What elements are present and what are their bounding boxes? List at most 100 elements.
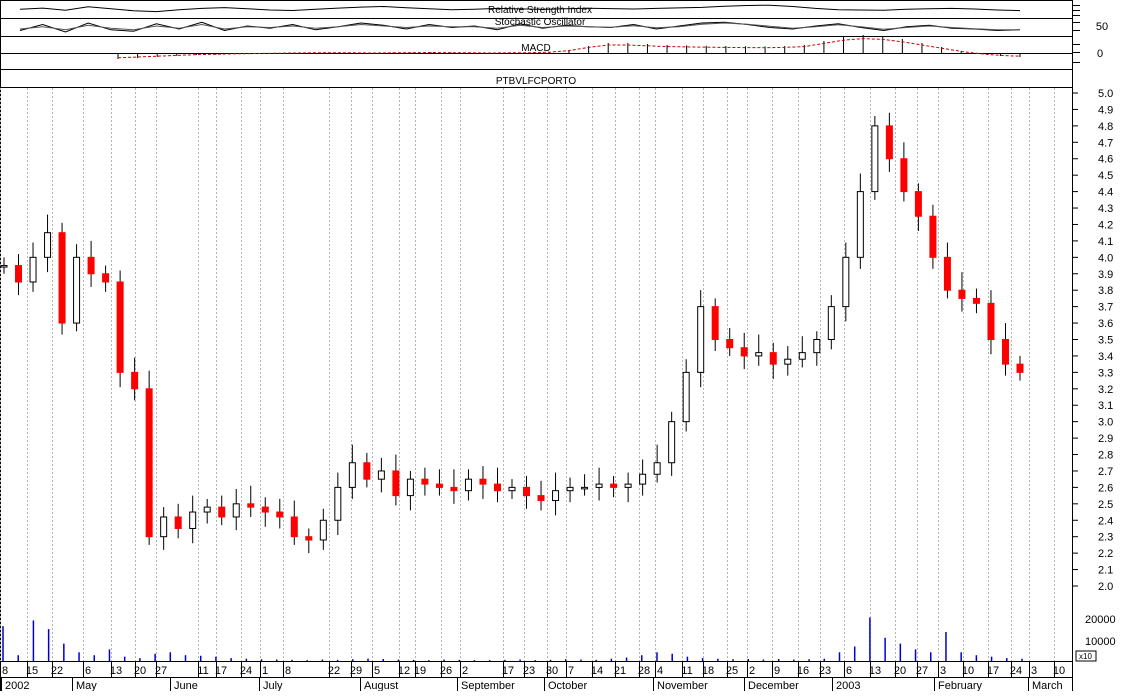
- x-day-label: 14: [591, 665, 603, 677]
- candle-body: [624, 483, 632, 488]
- price-tick-label: 2.2: [1098, 548, 1113, 560]
- x-day-label: 7: [568, 665, 574, 677]
- price-tick-label: 3.6: [1098, 318, 1113, 330]
- price-title: PTBVLFCPORTO: [496, 76, 576, 87]
- x-month-label: February: [938, 680, 983, 691]
- candle-body: [972, 297, 980, 304]
- x-day-label: 17: [987, 665, 999, 677]
- x-day-label: 11: [197, 665, 208, 677]
- x-day-label: 15: [26, 665, 38, 677]
- x-month-label: July: [263, 680, 283, 691]
- volume-tick-label: 10000: [1085, 636, 1116, 648]
- x-day-label: 17: [215, 665, 227, 677]
- price-tick-label: 4.2: [1098, 219, 1113, 231]
- x-month-label: 2002: [5, 680, 29, 691]
- volume-scale-label: x10: [1079, 652, 1092, 661]
- candle-body: [160, 516, 168, 538]
- price-tick-label: 3.2: [1098, 384, 1113, 396]
- candle-body: [392, 470, 400, 497]
- x-day-label: 2: [462, 665, 468, 677]
- candle-body: [755, 352, 763, 357]
- candle-body: [929, 215, 937, 258]
- price-tick-label: 2.9: [1098, 433, 1113, 445]
- x-day-label: 13: [869, 665, 881, 677]
- candle-body: [595, 483, 603, 488]
- macd-title: MACD: [521, 43, 550, 54]
- x-month-label: December: [748, 680, 799, 691]
- candle-body: [58, 232, 66, 324]
- stochastic-title: Stochastic Oscillator: [495, 17, 586, 28]
- x-day-label: 27: [155, 665, 167, 677]
- x-day-label: 21: [614, 665, 626, 677]
- candle-body: [479, 478, 487, 485]
- candle-body: [319, 519, 327, 541]
- macd-tick-label: 0: [1097, 48, 1103, 60]
- x-day-label: 12: [398, 665, 410, 677]
- candle-body: [827, 306, 835, 340]
- candle-body: [697, 306, 705, 373]
- candle-body: [334, 486, 342, 521]
- x-day-label: 25: [726, 665, 738, 677]
- candle-body: [421, 478, 429, 485]
- candle-body: [145, 388, 153, 538]
- price-tick-label: 3.9: [1098, 269, 1113, 281]
- candle-body: [363, 462, 371, 480]
- price-tick-label: 4.9: [1098, 104, 1113, 116]
- price-tick-label: 3.1: [1098, 400, 1113, 412]
- x-day-label: 2: [749, 665, 755, 677]
- candle-body: [639, 473, 647, 485]
- x-day-label: 19: [414, 665, 426, 677]
- candle-body: [464, 478, 472, 492]
- candle-body: [1001, 338, 1009, 365]
- candle-body: [566, 486, 574, 492]
- price-tick-label: 2.4: [1098, 515, 1113, 527]
- x-day-label: 10: [1053, 665, 1065, 677]
- candle-body: [0, 265, 8, 268]
- x-month-label: 2003: [836, 680, 860, 691]
- price-tick-label: 3.7: [1098, 302, 1113, 314]
- candle-body: [682, 371, 690, 423]
- x-day-label: 23: [523, 665, 535, 677]
- x-day-label: 17: [502, 665, 514, 677]
- x-day-label: 18: [702, 665, 714, 677]
- x-day-label: 24: [1010, 665, 1022, 677]
- candle-body: [87, 256, 95, 275]
- candle-body: [102, 273, 110, 283]
- candle-body: [523, 486, 531, 497]
- candle-body: [711, 306, 719, 340]
- candle-body: [1016, 363, 1024, 373]
- candle-body: [174, 516, 182, 529]
- candle-body: [435, 483, 443, 488]
- candle-body: [247, 503, 255, 508]
- x-day-label: 24: [240, 665, 252, 677]
- x-day-label: 16: [797, 665, 809, 677]
- x-day-label: 13: [110, 665, 122, 677]
- candle-body: [842, 256, 850, 308]
- candle-body: [29, 256, 37, 283]
- price-tick-label: 2.3: [1098, 532, 1113, 544]
- x-month-label: August: [364, 680, 398, 691]
- candle-body: [668, 421, 676, 464]
- x-day-label: 20: [894, 665, 906, 677]
- price-tick-label: 2.5: [1098, 499, 1113, 511]
- x-day-label: 8: [2, 665, 8, 677]
- x-day-label: 5: [374, 665, 380, 677]
- x-day-label: 10: [962, 665, 974, 677]
- x-month-label: November: [657, 680, 708, 691]
- candle-body: [276, 511, 284, 518]
- x-day-label: 6: [846, 665, 852, 677]
- x-day-label: 6: [85, 665, 91, 677]
- candle-body: [958, 289, 966, 299]
- price-tick-label: 5.0: [1098, 88, 1113, 100]
- candle-body: [189, 511, 197, 529]
- price-tick-label: 4.8: [1098, 121, 1113, 133]
- x-month-label: September: [461, 680, 515, 691]
- candle-body: [508, 486, 516, 492]
- price-tick-label: 3.3: [1098, 367, 1113, 379]
- price-tick-label: 2.0: [1098, 581, 1113, 593]
- price-tick-label: 3.5: [1098, 334, 1113, 346]
- candle-body: [305, 536, 313, 541]
- x-day-label: 22: [51, 665, 63, 677]
- price-tick-label: 4.1: [1098, 236, 1113, 248]
- price-tick-label: 3.0: [1098, 417, 1113, 429]
